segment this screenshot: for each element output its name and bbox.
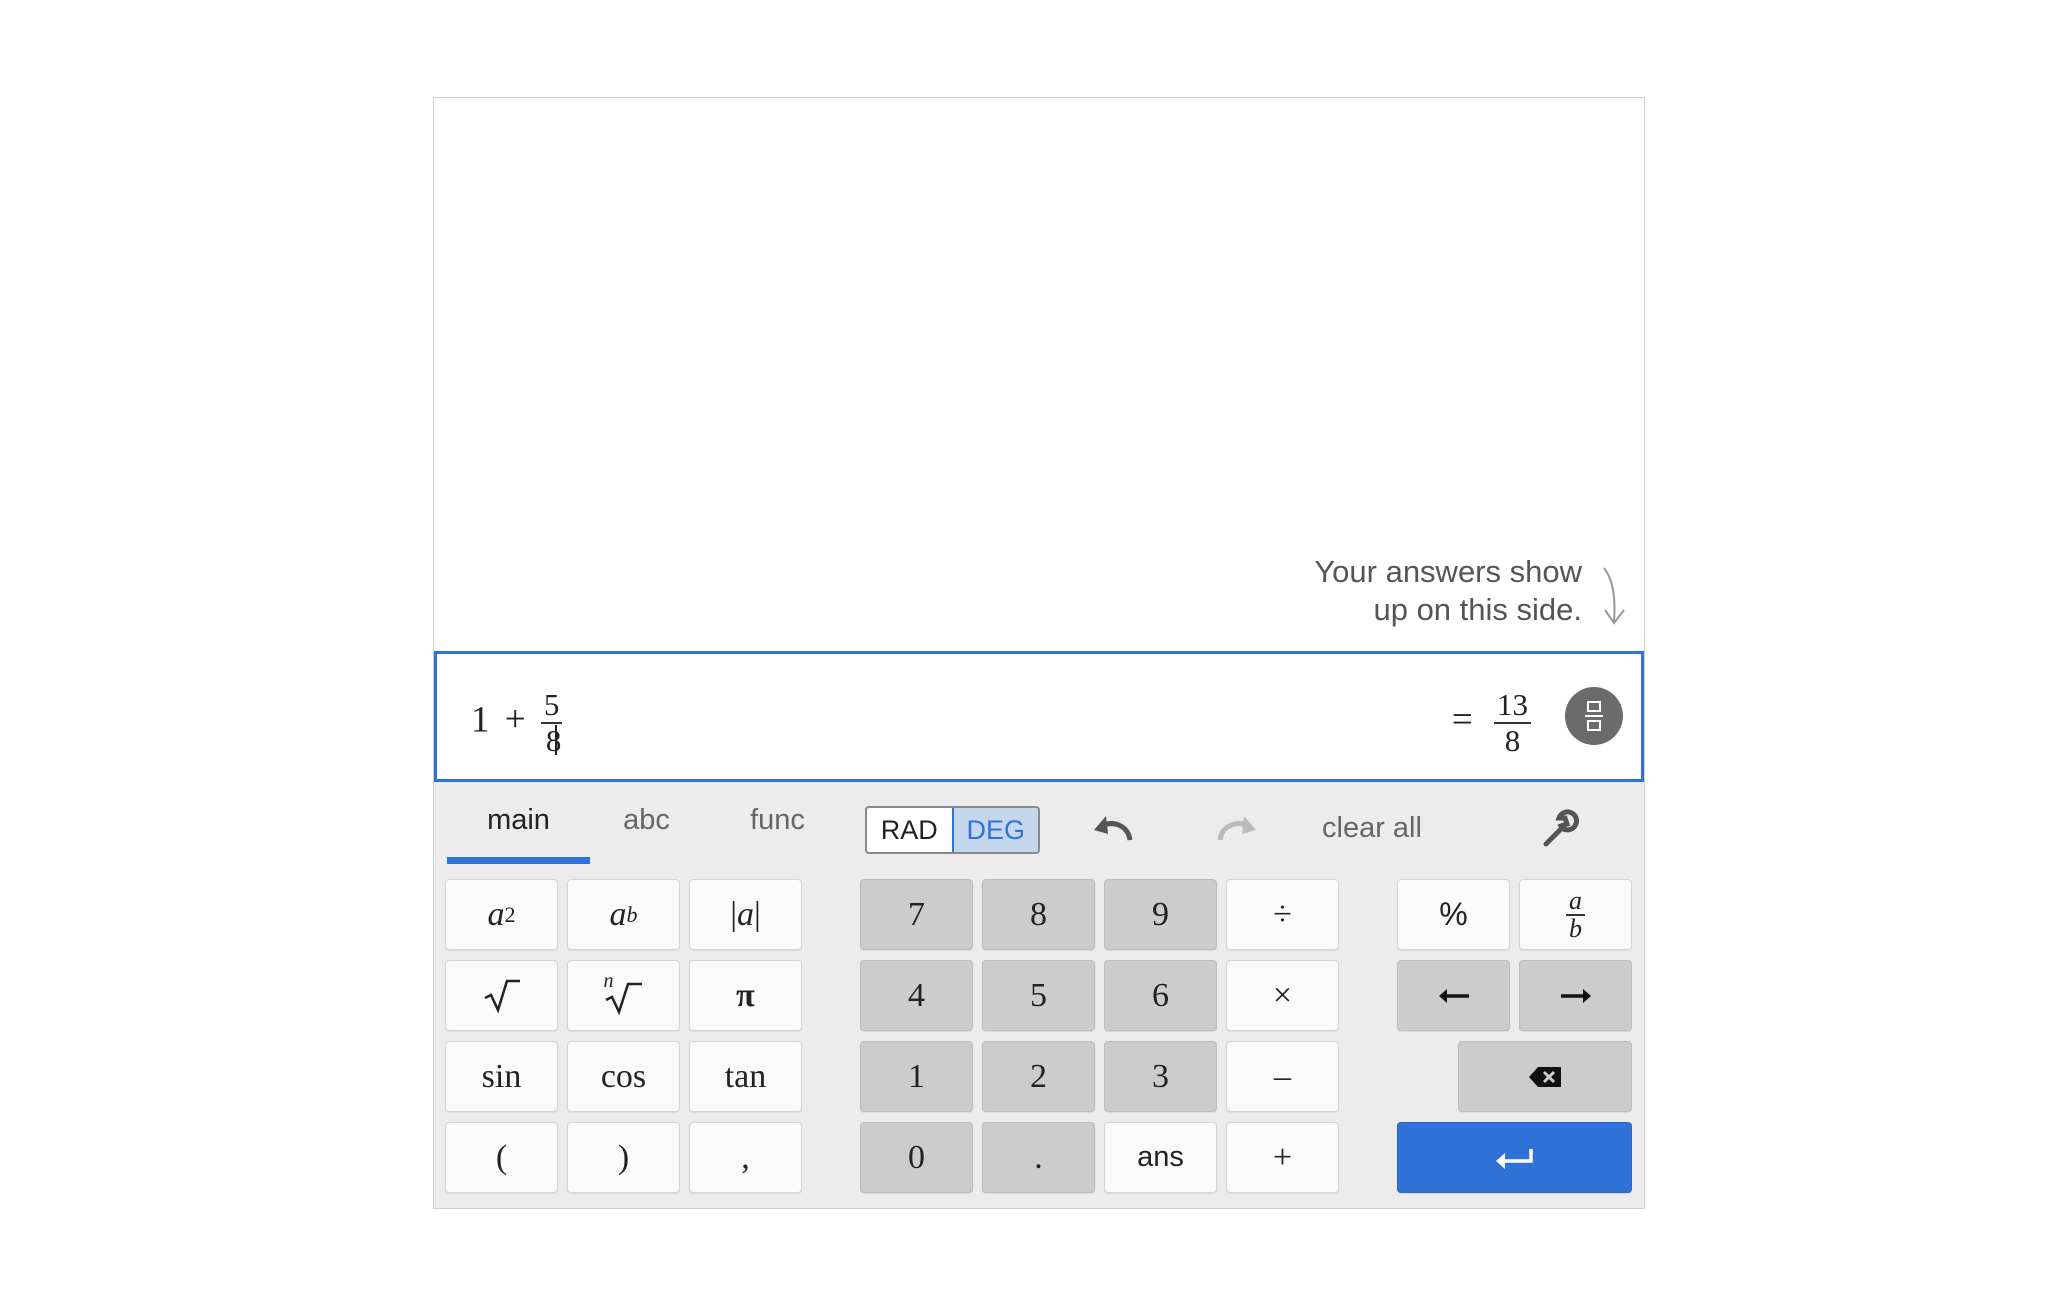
key-1[interactable]: 1 <box>860 1041 973 1112</box>
expression-input[interactable]: 1 + 5 8 = 13 8 <box>434 651 1644 782</box>
square-key[interactable]: a2 <box>445 879 558 950</box>
multiply-key[interactable]: × <box>1226 960 1339 1031</box>
divide-key[interactable]: ÷ <box>1226 879 1339 950</box>
expr-operator: + <box>504 699 526 741</box>
undo-icon[interactable] <box>1090 810 1136 850</box>
expr-whole: 1 <box>471 699 490 741</box>
power-base: a <box>609 895 627 933</box>
fraction-key-symbol: a b <box>1566 885 1585 942</box>
clear-all-button[interactable]: clear all <box>1322 812 1422 845</box>
enter-icon <box>1495 1148 1533 1169</box>
result-text: = 13 8 <box>1452 688 1531 758</box>
result-denominator: 8 <box>1494 722 1531 758</box>
toggle-fraction-icon[interactable] <box>1565 687 1623 745</box>
key-0[interactable]: 0 <box>860 1122 973 1193</box>
tan-key[interactable]: tan <box>689 1041 802 1112</box>
decimal-key[interactable]: . <box>982 1122 1095 1193</box>
arrow-left-icon <box>1438 988 1469 1003</box>
fraction-key-den: b <box>1566 913 1585 942</box>
expression-text: 1 + 5 8 <box>471 687 563 758</box>
sqrt-key[interactable] <box>445 960 558 1031</box>
fraction-key-num: a <box>1569 885 1582 915</box>
key-3[interactable]: 3 <box>1104 1041 1217 1112</box>
abs-left-bar: | <box>730 895 737 933</box>
enter-key[interactable] <box>1397 1122 1632 1193</box>
backspace-key[interactable] <box>1458 1041 1632 1112</box>
expr-denominator: 8 <box>540 722 563 758</box>
right-paren-key[interactable]: ) <box>567 1122 680 1193</box>
key-2[interactable]: 2 <box>982 1041 1095 1112</box>
sqrt-icon <box>483 979 520 1013</box>
arrow-down-icon <box>1603 567 1625 625</box>
angle-mode-toggle[interactable]: RAD DEG <box>865 806 1040 854</box>
tab-main[interactable]: main <box>447 804 590 837</box>
nth-root-key[interactable]: n <box>567 960 680 1031</box>
hint-line-1: Your answers show <box>1314 554 1582 589</box>
tab-abc[interactable]: abc <box>575 804 718 837</box>
backspace-icon <box>1529 1066 1561 1087</box>
keypad: main abc func RAD DEG clear all a2 ab | a… <box>434 782 1644 1208</box>
abs-key[interactable]: | a | <box>689 879 802 950</box>
calculator: Your answers show up on this side. 1 + 5… <box>433 97 1645 1209</box>
key-6[interactable]: 6 <box>1104 960 1217 1031</box>
cos-key[interactable]: cos <box>567 1041 680 1112</box>
left-paren-key[interactable]: ( <box>445 1122 558 1193</box>
sin-key[interactable]: sin <box>445 1041 558 1112</box>
power-exp: b <box>626 901 638 927</box>
key-8[interactable]: 8 <box>982 879 1095 950</box>
square-base: a <box>487 895 505 933</box>
left-arrow-key[interactable] <box>1397 960 1510 1031</box>
fraction-key[interactable]: a b <box>1519 879 1632 950</box>
result-fraction: 13 8 <box>1494 688 1531 758</box>
result-equals: = <box>1451 699 1473 741</box>
expr-numerator: 5 <box>543 687 560 722</box>
key-9[interactable]: 9 <box>1104 879 1217 950</box>
key-4[interactable]: 4 <box>860 960 973 1031</box>
key-5[interactable]: 5 <box>982 960 1095 1031</box>
result-numerator: 13 <box>1497 687 1528 722</box>
rad-option[interactable]: RAD <box>867 808 952 852</box>
abs-right-bar: | <box>754 895 761 933</box>
plus-key[interactable]: + <box>1226 1122 1339 1193</box>
answer-hint: Your answers show up on this side. <box>1314 553 1582 629</box>
abs-variable: a <box>737 895 754 933</box>
redo-icon[interactable] <box>1214 810 1260 850</box>
nth-root-icon <box>604 982 642 1015</box>
ans-key[interactable]: ans <box>1104 1122 1217 1193</box>
tab-main-indicator <box>447 857 590 864</box>
square-exp: 2 <box>504 901 516 927</box>
right-arrow-key[interactable] <box>1519 960 1632 1031</box>
minus-key[interactable]: – <box>1226 1041 1339 1112</box>
wrench-icon[interactable] <box>1540 808 1580 848</box>
comma-key[interactable]: , <box>689 1122 802 1193</box>
percent-key[interactable]: % <box>1397 879 1510 950</box>
pi-key[interactable]: π <box>689 960 802 1031</box>
expr-denominator-value: 8 <box>545 723 562 758</box>
text-cursor <box>555 725 558 755</box>
tab-func[interactable]: func <box>706 804 849 837</box>
deg-option[interactable]: DEG <box>951 808 1038 852</box>
hint-line-2: up on this side. <box>1373 592 1582 627</box>
arrow-right-icon <box>1560 988 1591 1003</box>
expr-fraction: 5 8 <box>540 687 563 758</box>
key-7[interactable]: 7 <box>860 879 973 950</box>
power-key[interactable]: ab <box>567 879 680 950</box>
